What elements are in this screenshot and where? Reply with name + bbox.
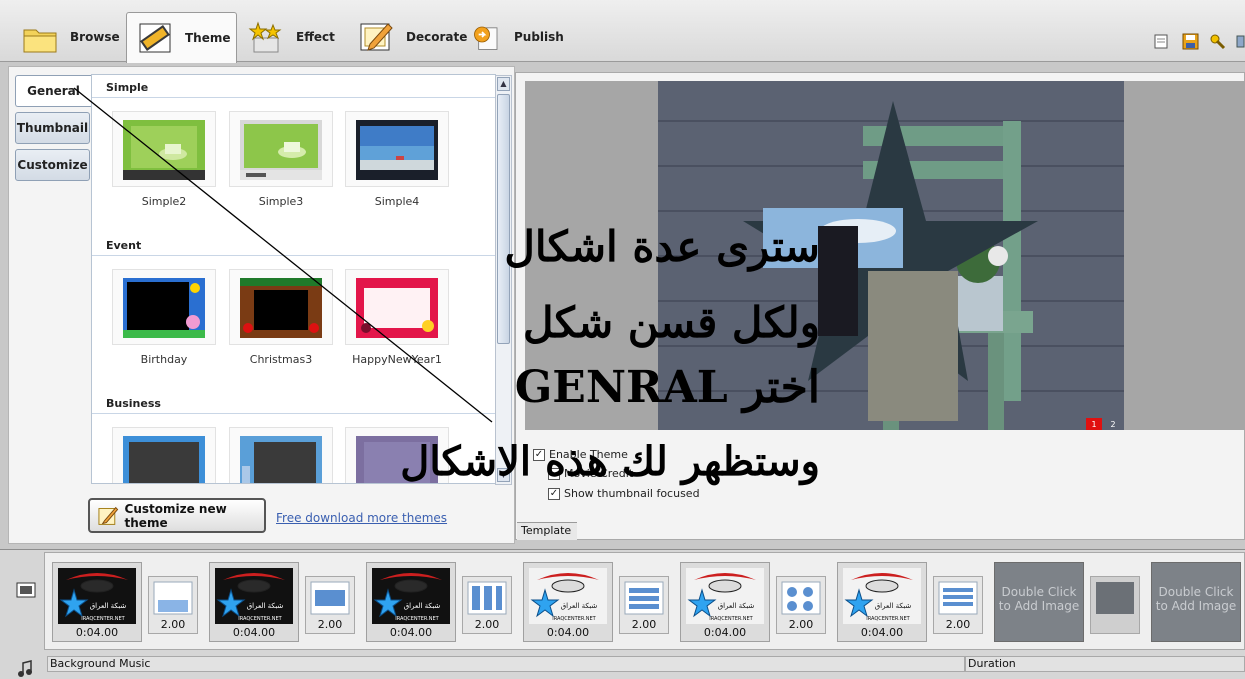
transition-thumbnail xyxy=(624,581,664,615)
transition-thumbnail xyxy=(938,581,978,615)
transition-thumbnail xyxy=(153,581,193,615)
empty-clip-slot[interactable]: Double Click to Add Image xyxy=(994,562,1084,642)
filmstrip-icon xyxy=(16,582,36,601)
transition-duration[interactable]: 2.00 xyxy=(149,618,197,631)
storyboard-clip[interactable]: شبكة العراق IRAQCENTER.NET 0:04.00 xyxy=(837,562,927,642)
clip-thumbnail: شبكة العراق IRAQCENTER.NET xyxy=(215,568,293,624)
transition-slot[interactable]: 2.00 xyxy=(462,576,512,634)
background-music-label: Background Music xyxy=(50,657,151,670)
storyboard-clip[interactable]: شبكة العراق IRAQCENTER.NET 0:04.00 xyxy=(366,562,456,642)
transition-slot[interactable] xyxy=(1090,576,1140,634)
transition-duration[interactable]: 2.00 xyxy=(934,618,982,631)
clip-duration[interactable]: 0:04.00 xyxy=(367,626,455,639)
clip-logo-subtext: IRAQCENTER.NET xyxy=(709,616,753,622)
empty-clip-text: Double Click to Add Image xyxy=(998,585,1080,613)
clip-logo-subtext: IRAQCENTER.NET xyxy=(866,616,910,622)
annotation-line-2: ولكل قسن شكل xyxy=(522,298,820,347)
clip-duration[interactable]: 0:04.00 xyxy=(681,626,769,639)
transition-thumbnail xyxy=(781,581,821,615)
transition-duration[interactable]: 2.00 xyxy=(306,618,354,631)
transition-slot[interactable]: 2.00 xyxy=(776,576,826,634)
clip-thumbnail: شبكة العراق IRAQCENTER.NET xyxy=(686,568,764,624)
clip-logo-subtext: IRAQCENTER.NET xyxy=(81,616,125,622)
clip-logo-subtext: IRAQCENTER.NET xyxy=(552,616,596,622)
transition-thumbnail xyxy=(1096,582,1134,614)
clip-logo-text: شبكة العراق xyxy=(404,602,441,610)
background-music-track[interactable]: Background Music xyxy=(47,656,965,672)
transition-slot[interactable]: 2.00 xyxy=(148,576,198,634)
transition-slot[interactable]: 2.00 xyxy=(619,576,669,634)
clip-thumbnail: شبكة العراق IRAQCENTER.NET xyxy=(529,568,607,624)
clip-logo-subtext: IRAQCENTER.NET xyxy=(395,616,439,622)
clip-logo-text: شبكة العراق xyxy=(875,602,912,610)
clip-duration[interactable]: 0:04.00 xyxy=(524,626,612,639)
clip-logo-text: شبكة العراق xyxy=(718,602,755,610)
clip-thumbnail: شبكة العراق IRAQCENTER.NET xyxy=(372,568,450,624)
clip-duration[interactable]: 0:04.00 xyxy=(838,626,926,639)
empty-clip-text: Double Click to Add Image xyxy=(1155,585,1237,613)
annotation-line-4: وستظهر لك هذه الاشكال xyxy=(400,438,820,485)
transition-slot[interactable]: 2.00 xyxy=(933,576,983,634)
clip-duration[interactable]: 0:04.00 xyxy=(210,626,298,639)
storyboard-clip[interactable]: شبكة العراق IRAQCENTER.NET 0:04.00 xyxy=(209,562,299,642)
transition-duration[interactable]: 2.00 xyxy=(620,618,668,631)
transition-slot[interactable]: 2.00 xyxy=(305,576,355,634)
empty-clip-slot[interactable]: Double Click to Add Image xyxy=(1151,562,1241,642)
clip-logo-subtext: IRAQCENTER.NET xyxy=(238,616,282,622)
clip-thumbnail: شبكة العراق IRAQCENTER.NET xyxy=(58,568,136,624)
annotation-line-1: سترى عدة اشكال xyxy=(504,222,820,271)
clip-logo-text: شبكة العراق xyxy=(561,602,598,610)
clip-logo-text: شبكة العراق xyxy=(90,602,127,610)
clip-thumbnail: شبكة العراق IRAQCENTER.NET xyxy=(843,568,921,624)
music-note-icon xyxy=(17,660,33,679)
storyboard-clip[interactable]: شبكة العراق IRAQCENTER.NET 0:04.00 xyxy=(680,562,770,642)
clip-duration[interactable]: 0:04.00 xyxy=(53,626,141,639)
storyboard-timeline: شبكة العراق IRAQCENTER.NET 0:04.00 2.00 … xyxy=(0,549,1245,679)
duration-track[interactable]: Duration xyxy=(965,656,1245,672)
storyboard-clip[interactable]: شبكة العراق IRAQCENTER.NET 0:04.00 xyxy=(523,562,613,642)
transition-duration[interactable]: 2.00 xyxy=(463,618,511,631)
transition-thumbnail xyxy=(310,581,350,615)
annotation-line-3: اختر GENRAL xyxy=(514,362,820,413)
storyboard-clip[interactable]: شبكة العراق IRAQCENTER.NET 0:04.00 xyxy=(52,562,142,642)
transition-thumbnail xyxy=(467,581,507,615)
duration-label: Duration xyxy=(968,657,1016,670)
clip-logo-text: شبكة العراق xyxy=(247,602,284,610)
transition-duration[interactable]: 2.00 xyxy=(777,618,825,631)
